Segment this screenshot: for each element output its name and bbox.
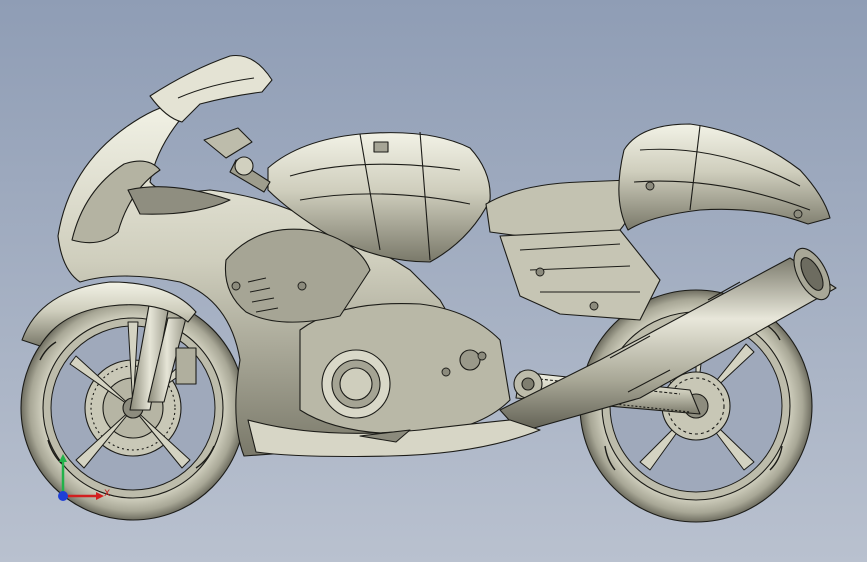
cad-viewport[interactable]: X	[0, 0, 867, 562]
model-view[interactable]: X	[0, 0, 867, 562]
triad-x-label: X	[104, 489, 110, 499]
triad-z-axis	[58, 491, 68, 501]
tank-logo	[373, 141, 389, 153]
